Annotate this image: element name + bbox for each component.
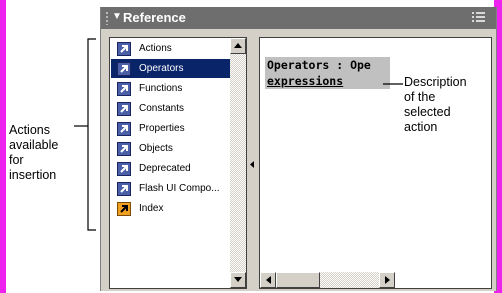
list-item-objects[interactable]: Objects [111, 139, 230, 158]
list-item-index[interactable]: Index [111, 199, 230, 218]
left-annotation-line: insertion [9, 168, 57, 182]
description-title-line1: Operators : Ope [267, 58, 371, 72]
list-item-label: Functions [139, 83, 183, 94]
options-menu-icon[interactable] [472, 12, 486, 24]
book-icon [117, 41, 131, 56]
collapse-arrow-icon[interactable]: ▼ [112, 11, 122, 22]
description-horizontal-scrollbar[interactable] [260, 272, 395, 288]
scroll-right-button[interactable] [379, 272, 395, 288]
list-item-constants[interactable]: Constants [111, 99, 230, 118]
right-annotation-line: of the [404, 90, 436, 104]
book-icon [117, 61, 131, 76]
description-title-line2: expressions [267, 74, 344, 88]
right-annotation: Description of the selected action [404, 75, 467, 135]
book-icon [117, 141, 131, 156]
scroll-left-button[interactable] [260, 272, 276, 288]
list-vertical-scrollbar[interactable] [230, 38, 246, 288]
right-annotation-line: Description [404, 75, 467, 89]
description-title: Operators : Ope expressions [265, 57, 390, 89]
list-item-flash-ui-compo[interactable]: Flash UI Compo... [111, 179, 230, 198]
book-icon [117, 81, 131, 96]
list-item-label: Deprecated [139, 163, 191, 174]
left-annotation-line: Actions [9, 123, 50, 137]
list-item-label: Flash UI Compo... [139, 183, 220, 194]
right-annotation-leader [383, 83, 403, 85]
scroll-up-button[interactable] [230, 38, 246, 54]
left-annotation: Actions available for insertion [9, 123, 58, 183]
pane-splitter[interactable] [249, 37, 257, 289]
left-annotation-bracket [74, 38, 96, 231]
left-border [0, 0, 6, 293]
splitter-arrow-icon[interactable] [250, 161, 254, 168]
left-annotation-line: for [9, 153, 24, 167]
list-item-deprecated[interactable]: Deprecated [111, 159, 230, 178]
horizontal-scroll-thumb[interactable] [276, 272, 320, 288]
drag-grip-icon[interactable] [105, 11, 109, 25]
scroll-down-button[interactable] [230, 272, 246, 288]
book-icon [117, 121, 131, 136]
book-icon [117, 101, 131, 116]
list-item-label: Constants [139, 103, 185, 114]
list-item-label: Index [139, 203, 164, 214]
reference-panel: ▼ Reference Actions Operators Functions Con… [100, 7, 497, 291]
category-list: Actions Operators Functions Constants Proper… [109, 37, 247, 289]
list-item-label: Operators [139, 63, 184, 74]
right-annotation-line: selected [404, 105, 451, 119]
list-item-label: Actions [139, 43, 172, 54]
left-annotation-line: available [9, 138, 59, 152]
list-item-actions[interactable]: Actions [111, 39, 230, 58]
list-item-operators[interactable]: Operators [111, 59, 230, 78]
panel-title: Reference [123, 10, 186, 25]
panel-titlebar[interactable]: ▼ Reference [101, 7, 496, 29]
list-item-label: Objects [139, 143, 173, 154]
list-item-functions[interactable]: Functions [111, 79, 230, 98]
book-icon [117, 181, 131, 196]
list-item-label: Properties [139, 123, 185, 134]
index-book-icon [117, 201, 131, 216]
list-item-properties[interactable]: Properties [111, 119, 230, 138]
book-icon [117, 161, 131, 176]
right-annotation-line: action [404, 120, 438, 134]
